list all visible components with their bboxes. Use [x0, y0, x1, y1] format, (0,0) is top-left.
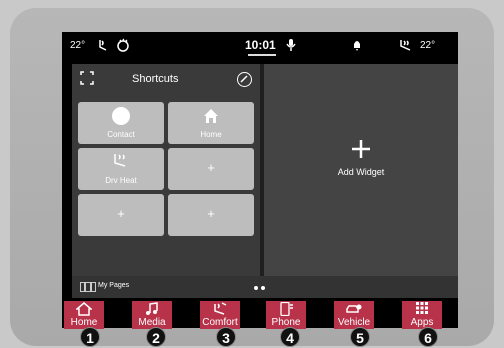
home-icon	[204, 109, 218, 123]
callout-badge-4: 4	[280, 327, 300, 347]
expand-icon[interactable]	[80, 71, 94, 85]
music-note-icon	[146, 302, 158, 315]
shortcuts-panel: Shortcuts Contact Home Drv Heat + + +	[72, 64, 260, 276]
nav-label: Media	[138, 317, 166, 328]
shortcut-empty[interactable]: +	[78, 194, 164, 236]
callout-badge-3: 3	[216, 327, 236, 347]
bottom-nav: Home Media Comfort Phone Vehicle Apps	[62, 298, 458, 329]
my-pages-icon[interactable]	[80, 282, 96, 292]
shortcut-drv-heat[interactable]: Drv Heat	[78, 148, 164, 190]
my-pages-bar: My Pages	[72, 276, 458, 298]
tile-label: Contact	[107, 130, 135, 139]
shortcut-home[interactable]: Home	[168, 102, 254, 144]
nav-label: Vehicle	[337, 317, 371, 328]
home-icon	[76, 302, 92, 316]
nav-phone-button[interactable]: Phone	[266, 301, 306, 329]
edit-icon[interactable]	[237, 72, 252, 87]
shortcuts-header: Shortcuts	[72, 64, 260, 94]
tile-label: Drv Heat	[105, 176, 137, 185]
nav-label: Phone	[271, 317, 301, 328]
add-widget-label[interactable]: Add Widget	[264, 167, 458, 177]
comfort-seat-icon	[214, 302, 227, 315]
status-bar: 22° 10:01 22°	[62, 32, 458, 60]
callout-badge-2: 2	[146, 327, 166, 347]
add-shortcut-plus: +	[117, 206, 125, 221]
nav-label: Apps	[410, 317, 434, 328]
apps-grid-icon	[416, 302, 428, 314]
nav-apps-button[interactable]: Apps	[402, 301, 442, 329]
microphone-icon[interactable]	[286, 39, 296, 51]
nav-vehicle-button[interactable]: Vehicle	[334, 301, 374, 329]
seat-heat-right-icon[interactable]	[398, 38, 414, 52]
seat-heat-left-icon[interactable]	[96, 38, 110, 52]
clock: 10:01	[245, 38, 276, 52]
tile-label: Home	[200, 130, 222, 139]
callout-badge-5: 5	[350, 327, 370, 347]
temp-left[interactable]: 22°	[70, 40, 85, 51]
page-indicator-dot[interactable]	[261, 286, 265, 290]
vehicle-icon	[346, 304, 362, 313]
contact-icon	[112, 107, 130, 125]
shortcut-empty[interactable]: +	[168, 148, 254, 190]
phone-icon	[280, 302, 293, 316]
steering-heat-icon[interactable]	[116, 38, 130, 52]
shortcut-empty[interactable]: +	[168, 194, 254, 236]
nav-label: Home	[70, 317, 98, 328]
widget-panel[interactable]: Add Widget	[264, 64, 458, 276]
my-pages-label[interactable]: My Pages	[98, 282, 129, 289]
callout-badge-6: 6	[418, 327, 438, 347]
temp-right[interactable]: 22°	[420, 40, 435, 51]
page-indicator-dot[interactable]	[254, 286, 258, 290]
add-widget-icon[interactable]	[346, 134, 376, 164]
bell-icon[interactable]	[352, 39, 362, 51]
nav-media-button[interactable]: Media	[132, 301, 172, 329]
shortcut-contact[interactable]: Contact	[78, 102, 164, 144]
seat-heat-icon	[114, 154, 126, 167]
nav-label: Comfort	[202, 317, 238, 328]
add-shortcut-plus: +	[207, 206, 215, 221]
nav-home-button[interactable]: Home	[64, 301, 104, 329]
callout-badge-1: 1	[80, 327, 100, 347]
add-shortcut-plus: +	[207, 160, 215, 175]
infotainment-screen: 22° 10:01 22° Shortcuts Contact Home Drv…	[62, 32, 458, 329]
nav-comfort-button[interactable]: Comfort	[200, 301, 240, 329]
shortcuts-title: Shortcuts	[132, 73, 179, 85]
clock-underline	[248, 54, 276, 56]
